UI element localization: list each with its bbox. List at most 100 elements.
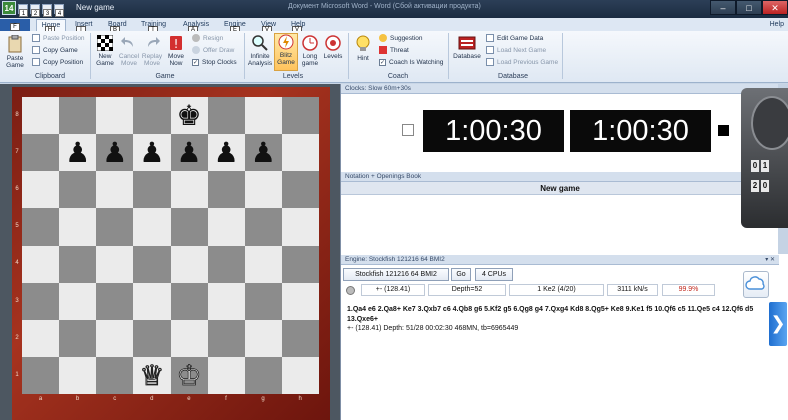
square-a7[interactable] xyxy=(22,134,60,172)
square-d2[interactable] xyxy=(133,319,171,357)
square-b4[interactable] xyxy=(59,245,97,283)
square-g4[interactable] xyxy=(244,245,282,283)
square-g1[interactable] xyxy=(244,356,282,394)
square-d8[interactable] xyxy=(133,97,171,135)
edit-game-data-button[interactable]: Edit Game Data xyxy=(486,34,543,44)
square-e8[interactable]: ♚ xyxy=(170,97,208,135)
chevron-right-icon[interactable]: ❯ xyxy=(769,302,787,346)
engine-go-button[interactable]: Go xyxy=(451,268,471,281)
square-e6[interactable] xyxy=(170,171,208,209)
square-h4[interactable] xyxy=(281,245,319,283)
square-e4[interactable] xyxy=(170,245,208,283)
square-b7[interactable]: ♟ xyxy=(59,134,97,172)
suggestion-button[interactable]: Suggestion xyxy=(379,34,423,44)
square-g7[interactable]: ♟ xyxy=(244,134,282,172)
engine-name-button[interactable]: Stockfish 121216 64 BMI2 xyxy=(343,268,449,281)
chess-piece-e8[interactable]: ♚ xyxy=(171,97,208,134)
hint-button[interactable]: Hint xyxy=(352,35,374,62)
square-g2[interactable] xyxy=(244,319,282,357)
levels-button[interactable]: Levels xyxy=(322,35,344,60)
new-game-button[interactable]: New Game xyxy=(93,35,117,67)
load-previous-game-button[interactable]: Load Previous Game xyxy=(486,58,558,68)
square-e2[interactable] xyxy=(170,319,208,357)
square-b2[interactable] xyxy=(59,319,97,357)
move-now-button[interactable]: ! Move Now xyxy=(165,35,187,67)
offer-draw-button[interactable]: Offer Draw xyxy=(192,46,234,56)
square-b1[interactable] xyxy=(59,356,97,394)
square-d4[interactable] xyxy=(133,245,171,283)
square-c1[interactable] xyxy=(96,356,134,394)
blitz-game-button[interactable]: Blitz Game xyxy=(274,33,298,71)
minimize-icon[interactable]: – xyxy=(710,0,736,15)
chess-piece-f7[interactable]: ♟ xyxy=(208,134,245,171)
square-c6[interactable] xyxy=(96,171,134,209)
square-a5[interactable] xyxy=(22,208,60,246)
copy-position-button[interactable]: Copy Position xyxy=(32,58,83,68)
help-menu[interactable]: Help xyxy=(770,19,784,31)
square-e7[interactable]: ♟ xyxy=(170,134,208,172)
maximize-icon[interactable]: □ xyxy=(736,0,762,15)
square-g5[interactable] xyxy=(244,208,282,246)
paste-game-button[interactable]: Paste Game xyxy=(4,35,26,69)
square-d1[interactable]: ♕ xyxy=(133,356,171,394)
square-f3[interactable] xyxy=(207,282,245,320)
square-d7[interactable]: ♟ xyxy=(133,134,171,172)
square-b6[interactable] xyxy=(59,171,97,209)
square-h6[interactable] xyxy=(281,171,319,209)
database-button[interactable]: Database xyxy=(452,35,482,60)
square-e3[interactable] xyxy=(170,282,208,320)
square-c7[interactable]: ♟ xyxy=(96,134,134,172)
chess-piece-b7[interactable]: ♟ xyxy=(59,134,96,171)
square-c2[interactable] xyxy=(96,319,134,357)
square-d6[interactable] xyxy=(133,171,171,209)
chess-piece-g7[interactable]: ♟ xyxy=(245,134,282,171)
square-h3[interactable] xyxy=(281,282,319,320)
square-g3[interactable] xyxy=(244,282,282,320)
load-next-game-button[interactable]: Load Next Game xyxy=(486,46,546,56)
stop-clocks-checkbox[interactable]: ✓ Stop Clocks xyxy=(192,58,237,68)
panel-menu-icon[interactable]: ▾ ✕ xyxy=(765,255,775,265)
app-icon[interactable]: 14 xyxy=(2,1,16,15)
cancel-move-button[interactable]: Cancel Move xyxy=(118,35,140,67)
square-d3[interactable] xyxy=(133,282,171,320)
square-h2[interactable] xyxy=(281,319,319,357)
square-b5[interactable] xyxy=(59,208,97,246)
square-c3[interactable] xyxy=(96,282,134,320)
engine-status-icon[interactable] xyxy=(346,286,355,295)
square-g6[interactable] xyxy=(244,171,282,209)
coach-watching-checkbox[interactable]: ✓ Coach Is Watching xyxy=(379,58,443,68)
square-a8[interactable] xyxy=(22,97,60,135)
copy-game-button[interactable]: Copy Game xyxy=(32,46,78,56)
square-f8[interactable] xyxy=(207,97,245,135)
square-f4[interactable] xyxy=(207,245,245,283)
square-a2[interactable] xyxy=(22,319,60,357)
paste-position-button[interactable]: Paste Position xyxy=(32,34,85,44)
chessboard[interactable]: ♚ ♟ ♟ ♟ ♟ ♟ ♟ ♕ ♔ xyxy=(22,97,319,394)
chess-piece-c7[interactable]: ♟ xyxy=(96,134,133,171)
square-b3[interactable] xyxy=(59,282,97,320)
resign-button[interactable]: Resign xyxy=(192,34,223,44)
square-h8[interactable] xyxy=(281,97,319,135)
square-b8[interactable] xyxy=(59,97,97,135)
chess-piece-e7[interactable]: ♟ xyxy=(171,134,208,171)
chess-piece-d7[interactable]: ♟ xyxy=(133,134,170,171)
replay-move-button[interactable]: Replay Move xyxy=(141,35,163,67)
square-c5[interactable] xyxy=(96,208,134,246)
square-a4[interactable] xyxy=(22,245,60,283)
square-c8[interactable] xyxy=(96,97,134,135)
square-h1[interactable] xyxy=(281,356,319,394)
engine-cpus-button[interactable]: 4 CPUs xyxy=(475,268,513,281)
square-h7[interactable] xyxy=(281,134,319,172)
square-f1[interactable] xyxy=(207,356,245,394)
square-a3[interactable] xyxy=(22,282,60,320)
square-f2[interactable] xyxy=(207,319,245,357)
square-e1[interactable]: ♔ xyxy=(170,356,208,394)
square-g8[interactable] xyxy=(244,97,282,135)
cloud-icon[interactable] xyxy=(743,271,769,298)
square-f6[interactable] xyxy=(207,171,245,209)
close-icon[interactable]: ✕ xyxy=(762,0,788,15)
chess-piece-e1[interactable]: ♔ xyxy=(171,357,208,394)
chess-piece-d1[interactable]: ♕ xyxy=(133,357,170,394)
square-f7[interactable]: ♟ xyxy=(207,134,245,172)
long-game-button[interactable]: Long game xyxy=(299,35,321,67)
